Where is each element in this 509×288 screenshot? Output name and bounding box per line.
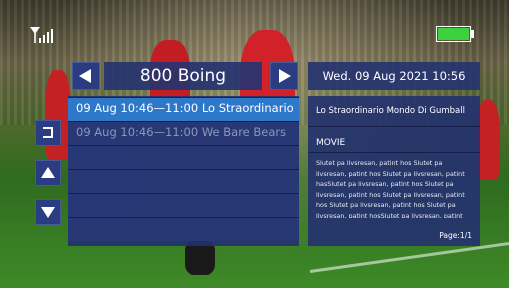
program-description: Slutet pa livsresan, patint hos Slutet p… [316,159,465,218]
epg-item[interactable] [68,217,299,241]
program-category: MOVIE [316,138,346,148]
datetime-box: Wed. 09 Aug 2021 10:56 [308,62,480,90]
next-channel-button[interactable] [270,62,298,90]
epg-item[interactable]: 09 Aug 10:46—11:00 We Bare Bears [68,121,299,145]
divider [308,152,480,153]
epg-item-label: 09 Aug 10:46—11:00 Lo Straordinario [76,101,294,115]
battery-icon [436,26,476,42]
datetime-text: Wed. 09 Aug 2021 10:56 [322,69,466,83]
epg-item[interactable]: 09 Aug 10:46—11:00 Lo Straordinario [68,97,299,121]
program-detail-panel: Lo Straordinario Mondo Di Gumball MOVIE … [308,96,480,246]
previous-channel-button[interactable] [72,62,100,90]
arrow-down-icon [41,207,55,218]
channel-name-box: 800 Boing [104,62,262,90]
scroll-up-button[interactable] [35,160,61,186]
arrow-up-icon [41,167,55,178]
divider [308,126,480,127]
return-icon [43,127,53,138]
epg-item-label: 09 Aug 10:46—11:00 We Bare Bears [76,125,287,139]
back-button[interactable] [35,120,61,146]
epg-item[interactable] [68,193,299,217]
arrow-left-icon [79,69,91,83]
channel-name: 800 Boing [139,66,227,86]
program-title: Lo Straordinario Mondo Di Gumball [316,106,465,116]
epg-item[interactable] [68,169,299,193]
page-indicator: Page:1/1 [439,231,472,240]
scroll-down-button[interactable] [35,199,61,225]
epg-item[interactable] [68,145,299,169]
signal-icon [30,27,54,43]
arrow-right-icon [279,69,291,83]
tv-screen: 800 Boing Wed. 09 Aug 2021 10:56 09 Aug … [0,0,509,288]
